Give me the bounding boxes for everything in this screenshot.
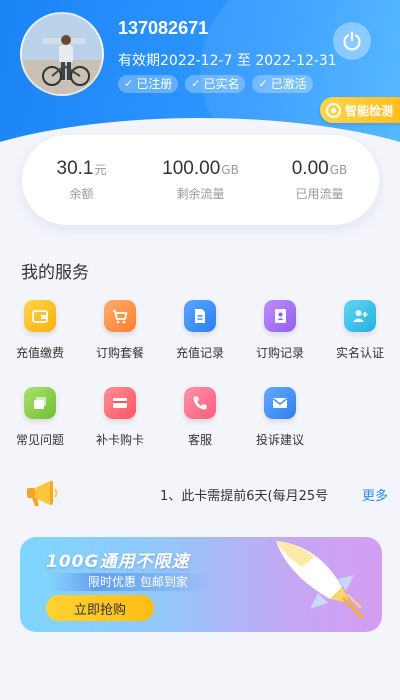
balance-card: 30.1元 余额 100.00GB 剩余流量 0.00GB 已用流量 [22, 135, 379, 225]
service-complaint[interactable]: 投诉建议 [240, 387, 320, 448]
buy-now-button[interactable]: 立即抢购 [46, 595, 154, 621]
contact-book-icon [264, 300, 296, 332]
megaphone-icon [24, 478, 60, 512]
document-icon [184, 300, 216, 332]
service-faq[interactable]: 常见问题 [0, 387, 80, 448]
status-badges: ✓ 已注册 ✓ 已实名 ✓ 已激活 [118, 75, 313, 93]
check-icon: ✓ [124, 77, 134, 90]
stat-value: 100.00 [162, 158, 221, 179]
wallet-icon [24, 300, 56, 332]
service-card-purchase[interactable]: 补卡购卡 [80, 387, 160, 448]
avatar[interactable] [20, 12, 104, 96]
validity-period: 有效期2022-12-7 至 2022-12-31 [118, 53, 337, 69]
cart-icon [104, 300, 136, 332]
phone-number: 137082671 [118, 18, 209, 38]
check-icon: ✓ [258, 77, 268, 90]
badge-label: 已注册 [136, 77, 173, 91]
stat-unit: 元 [94, 163, 107, 177]
service-real-name-auth[interactable]: 实名认证 [320, 300, 400, 361]
stat-remaining-data[interactable]: 100.00GB 剩余流量 [146, 158, 256, 202]
power-icon [343, 31, 361, 51]
smart-check-label: 智能检测 [345, 103, 394, 118]
service-label: 充值记录 [175, 346, 224, 360]
service-order-history[interactable]: 订购记录 [240, 300, 320, 361]
phone-icon [184, 387, 216, 419]
section-title-services: 我的服务 [21, 263, 89, 283]
service-label: 实名认证 [335, 346, 384, 360]
stat-value: 0.00 [291, 158, 329, 179]
add-user-icon [344, 300, 376, 332]
status-badge-registered: ✓ 已注册 [118, 75, 179, 93]
power-button[interactable] [333, 22, 371, 60]
stat-label: 余额 [69, 187, 94, 201]
service-label: 客服 [187, 433, 212, 447]
service-customer-service[interactable]: 客服 [160, 387, 240, 448]
stat-unit: GB [221, 163, 239, 177]
stat-value: 30.1 [56, 158, 94, 179]
service-order-plan[interactable]: 订购套餐 [80, 300, 160, 361]
promo-banner[interactable]: 100G通用不限速 限时优惠 包邮到家 立即抢购 [20, 537, 382, 632]
banner-title: 100G通用不限速 [46, 552, 190, 572]
service-recharge-history[interactable]: 充值记录 [160, 300, 240, 361]
notice-text[interactable]: 1、此卡需提前6天(每月25号 [160, 485, 340, 504]
notice-more-link[interactable]: 更多 [362, 485, 388, 504]
stat-used-data[interactable]: 0.00GB 已用流量 [265, 158, 375, 202]
service-label: 补卡购卡 [95, 433, 144, 447]
stat-label: 已用流量 [295, 187, 344, 201]
rocket-icon [258, 537, 368, 625]
stat-label: 剩余流量 [176, 187, 225, 201]
card-icon [104, 387, 136, 419]
service-label: 充值缴费 [15, 346, 64, 360]
stat-balance[interactable]: 30.1元 余额 [27, 158, 137, 202]
banner-subtitle: 限时优惠 包邮到家 [50, 573, 210, 591]
service-recharge[interactable]: 充值缴费 [0, 300, 80, 361]
layers-icon [24, 387, 56, 419]
check-icon: ✓ [191, 77, 201, 90]
mail-icon [264, 387, 296, 419]
target-icon [326, 102, 341, 118]
status-badge-activated: ✓ 已激活 [252, 75, 313, 93]
service-label: 投诉建议 [255, 433, 304, 447]
badge-label: 已激活 [270, 77, 307, 91]
service-label: 订购记录 [255, 346, 304, 360]
status-badge-verified: ✓ 已实名 [185, 75, 246, 93]
badge-label: 已实名 [203, 77, 240, 91]
notice-bar: 1、此卡需提前6天(每月25号 更多 [0, 475, 400, 511]
service-label: 常见问题 [15, 433, 64, 447]
smart-check-button[interactable]: 智能检测 [320, 97, 400, 123]
stat-unit: GB [329, 163, 348, 177]
service-label: 订购套餐 [95, 346, 144, 360]
